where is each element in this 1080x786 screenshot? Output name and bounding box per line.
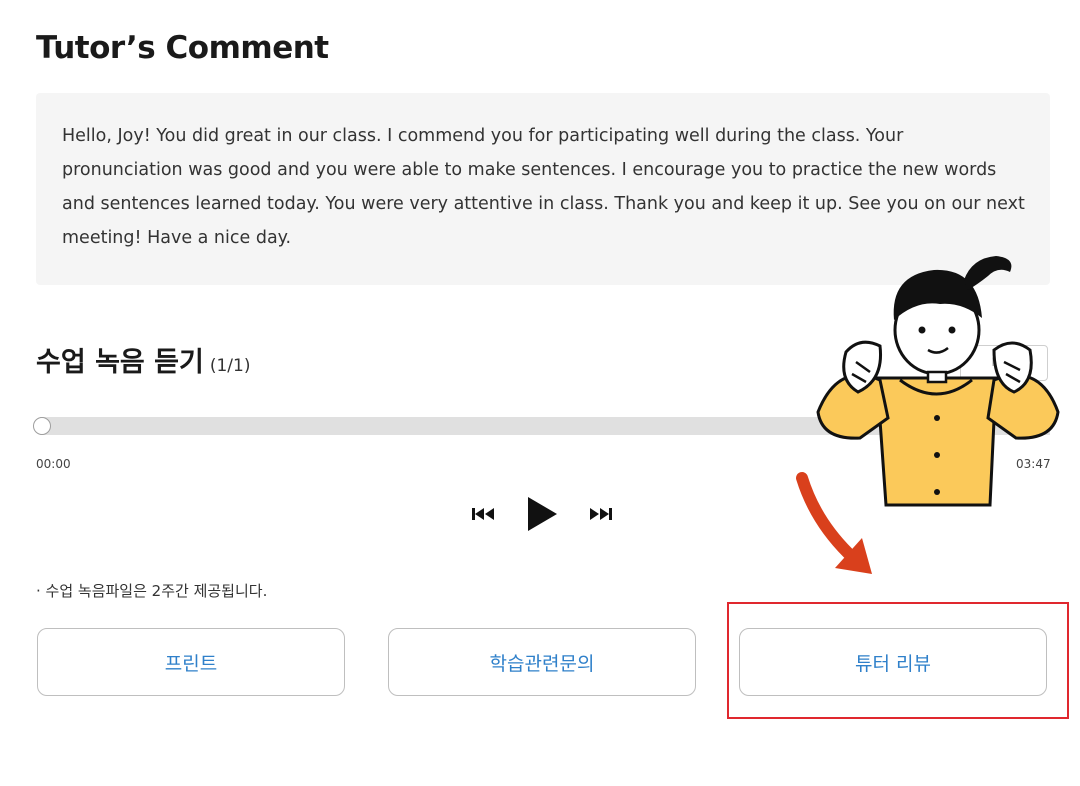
tutor-comment-box: Hello, Joy! You did great in our class. … [36, 93, 1050, 285]
skip-next-button[interactable] [578, 494, 622, 534]
current-time: 00:00 [36, 457, 71, 471]
skip-previous-button[interactable] [462, 494, 506, 534]
audio-progress-handle[interactable] [33, 417, 51, 435]
review-highlight-box [727, 602, 1069, 719]
play-icon [528, 497, 557, 531]
tutor-comment-title: Tutor’s Comment [36, 30, 329, 66]
down-arrow-icon [796, 472, 872, 574]
print-button[interactable]: 프린트 [37, 628, 345, 696]
learning-inquiry-button[interactable]: 학습관련문의 [388, 628, 696, 696]
total-time: 03:47 [1016, 457, 1051, 471]
skip-previous-icon [472, 508, 494, 520]
play-button[interactable] [520, 494, 564, 534]
skip-next-icon [590, 508, 612, 520]
recording-title-text: 수업 녹음 듣기 [36, 347, 204, 378]
recording-title: 수업 녹음 듣기 (1/1) [36, 340, 250, 379]
recording-availability-note: · 수업 녹음파일은 2주간 제공됩니다. [36, 582, 268, 600]
audio-progress-bar[interactable] [40, 417, 1050, 435]
recording-count: (1/1) [209, 356, 251, 376]
next-recording-button[interactable]: 다음 [960, 345, 1048, 381]
tutor-comment-text: Hello, Joy! You did great in our class. … [62, 126, 1025, 248]
